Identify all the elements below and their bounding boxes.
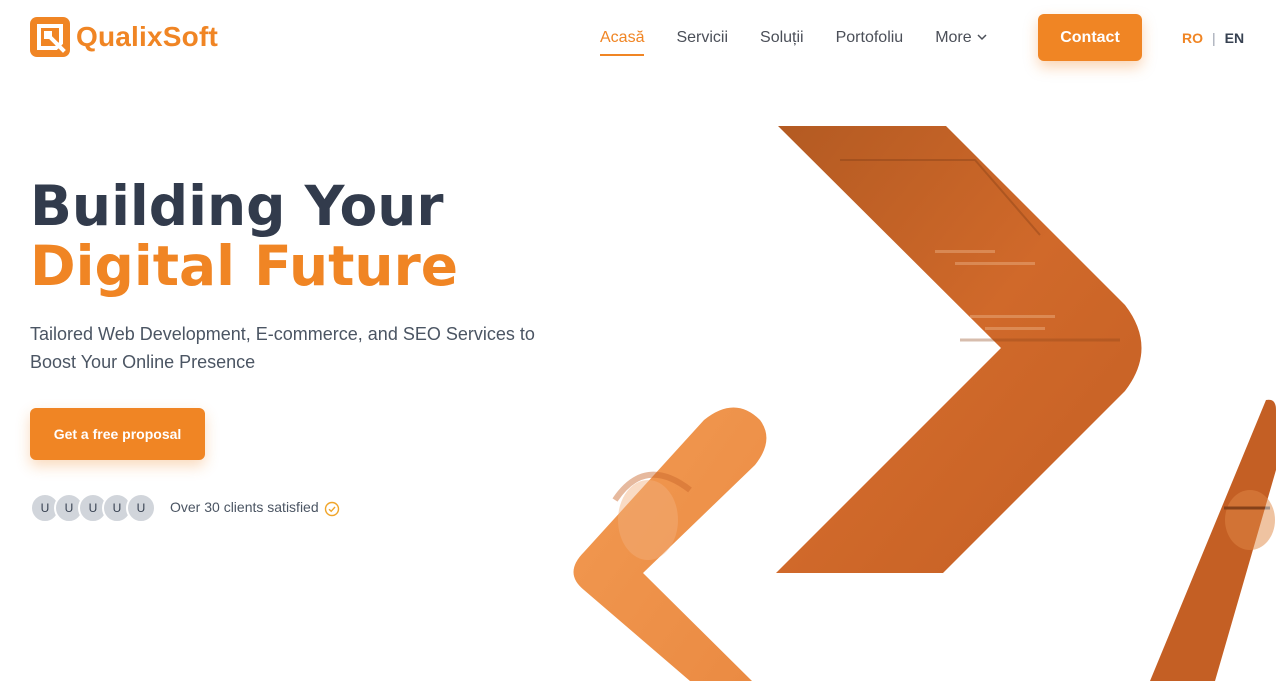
hero-subtitle: Tailored Web Development, E-commerce, an…	[30, 324, 535, 372]
clients-text-label: Over 30 clients satisfied	[170, 499, 319, 516]
clients-satisfied: U U U U U Over 30 clients satisfied	[30, 493, 340, 523]
hero-title: Building Your Digital Future	[30, 176, 458, 296]
avatar: U	[126, 493, 156, 523]
hero-title-line1: Building Your	[30, 174, 444, 238]
hero-title-line2: Digital Future	[30, 234, 458, 298]
check-circle-icon	[324, 501, 339, 516]
get-proposal-button[interactable]: Get a free proposal	[30, 408, 205, 460]
avatar-group: U U U U U	[30, 493, 156, 523]
clients-text: Over 30 clients satisfied	[170, 499, 340, 516]
chevron-right-shape	[776, 126, 1142, 573]
